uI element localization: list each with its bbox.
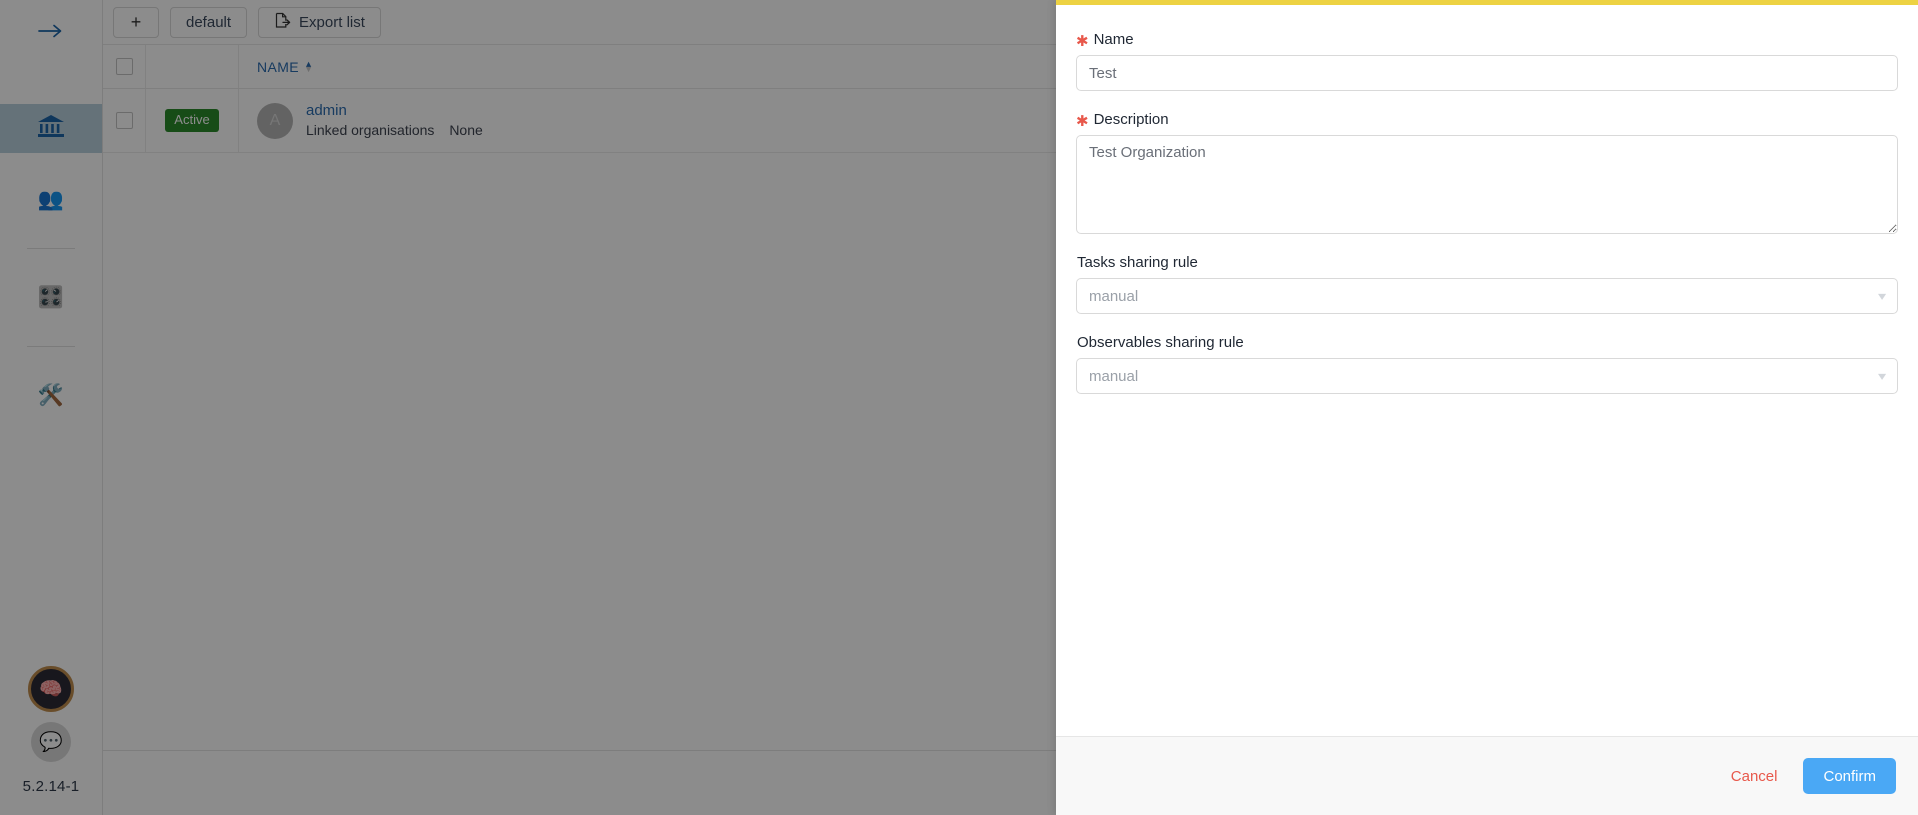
tasks-sharing-rule-select[interactable]: manual ▾ — [1076, 278, 1898, 314]
description-field-label: ✱ Description — [1076, 111, 1898, 130]
drawer-footer: Cancel Confirm — [1056, 736, 1918, 815]
confirm-button[interactable]: Confirm — [1803, 758, 1896, 794]
description-textarea[interactable] — [1076, 135, 1898, 234]
required-asterisk-icon: ✱ — [1076, 33, 1089, 50]
description-label-text: Description — [1093, 111, 1169, 128]
name-label-text: Name — [1093, 31, 1134, 48]
drawer-body: ✱ Name ✱ Description Tasks sharing rule … — [1056, 5, 1918, 736]
field-tasks-sharing-rule: Tasks sharing rule manual ▾ — [1076, 254, 1898, 314]
chevron-down-icon: ▾ — [1877, 289, 1887, 303]
field-name: ✱ Name — [1076, 31, 1898, 91]
name-field-label: ✱ Name — [1076, 31, 1898, 50]
observables-sharing-rule-value: manual — [1089, 367, 1139, 385]
tasks-sharing-rule-label: Tasks sharing rule — [1077, 254, 1198, 271]
observables-sharing-rule-label: Observables sharing rule — [1077, 334, 1244, 351]
chevron-down-icon: ▾ — [1877, 369, 1887, 383]
required-asterisk-icon: ✱ — [1076, 113, 1089, 130]
name-input[interactable] — [1076, 55, 1898, 91]
organisation-form-drawer: ✱ Name ✱ Description Tasks sharing rule … — [1056, 0, 1918, 815]
cancel-button[interactable]: Cancel — [1727, 762, 1782, 791]
field-description: ✱ Description — [1076, 111, 1898, 234]
tasks-sharing-rule-value: manual — [1089, 287, 1139, 305]
observables-sharing-rule-select[interactable]: manual ▾ — [1076, 358, 1898, 394]
field-observables-sharing-rule: Observables sharing rule manual ▾ — [1076, 334, 1898, 394]
